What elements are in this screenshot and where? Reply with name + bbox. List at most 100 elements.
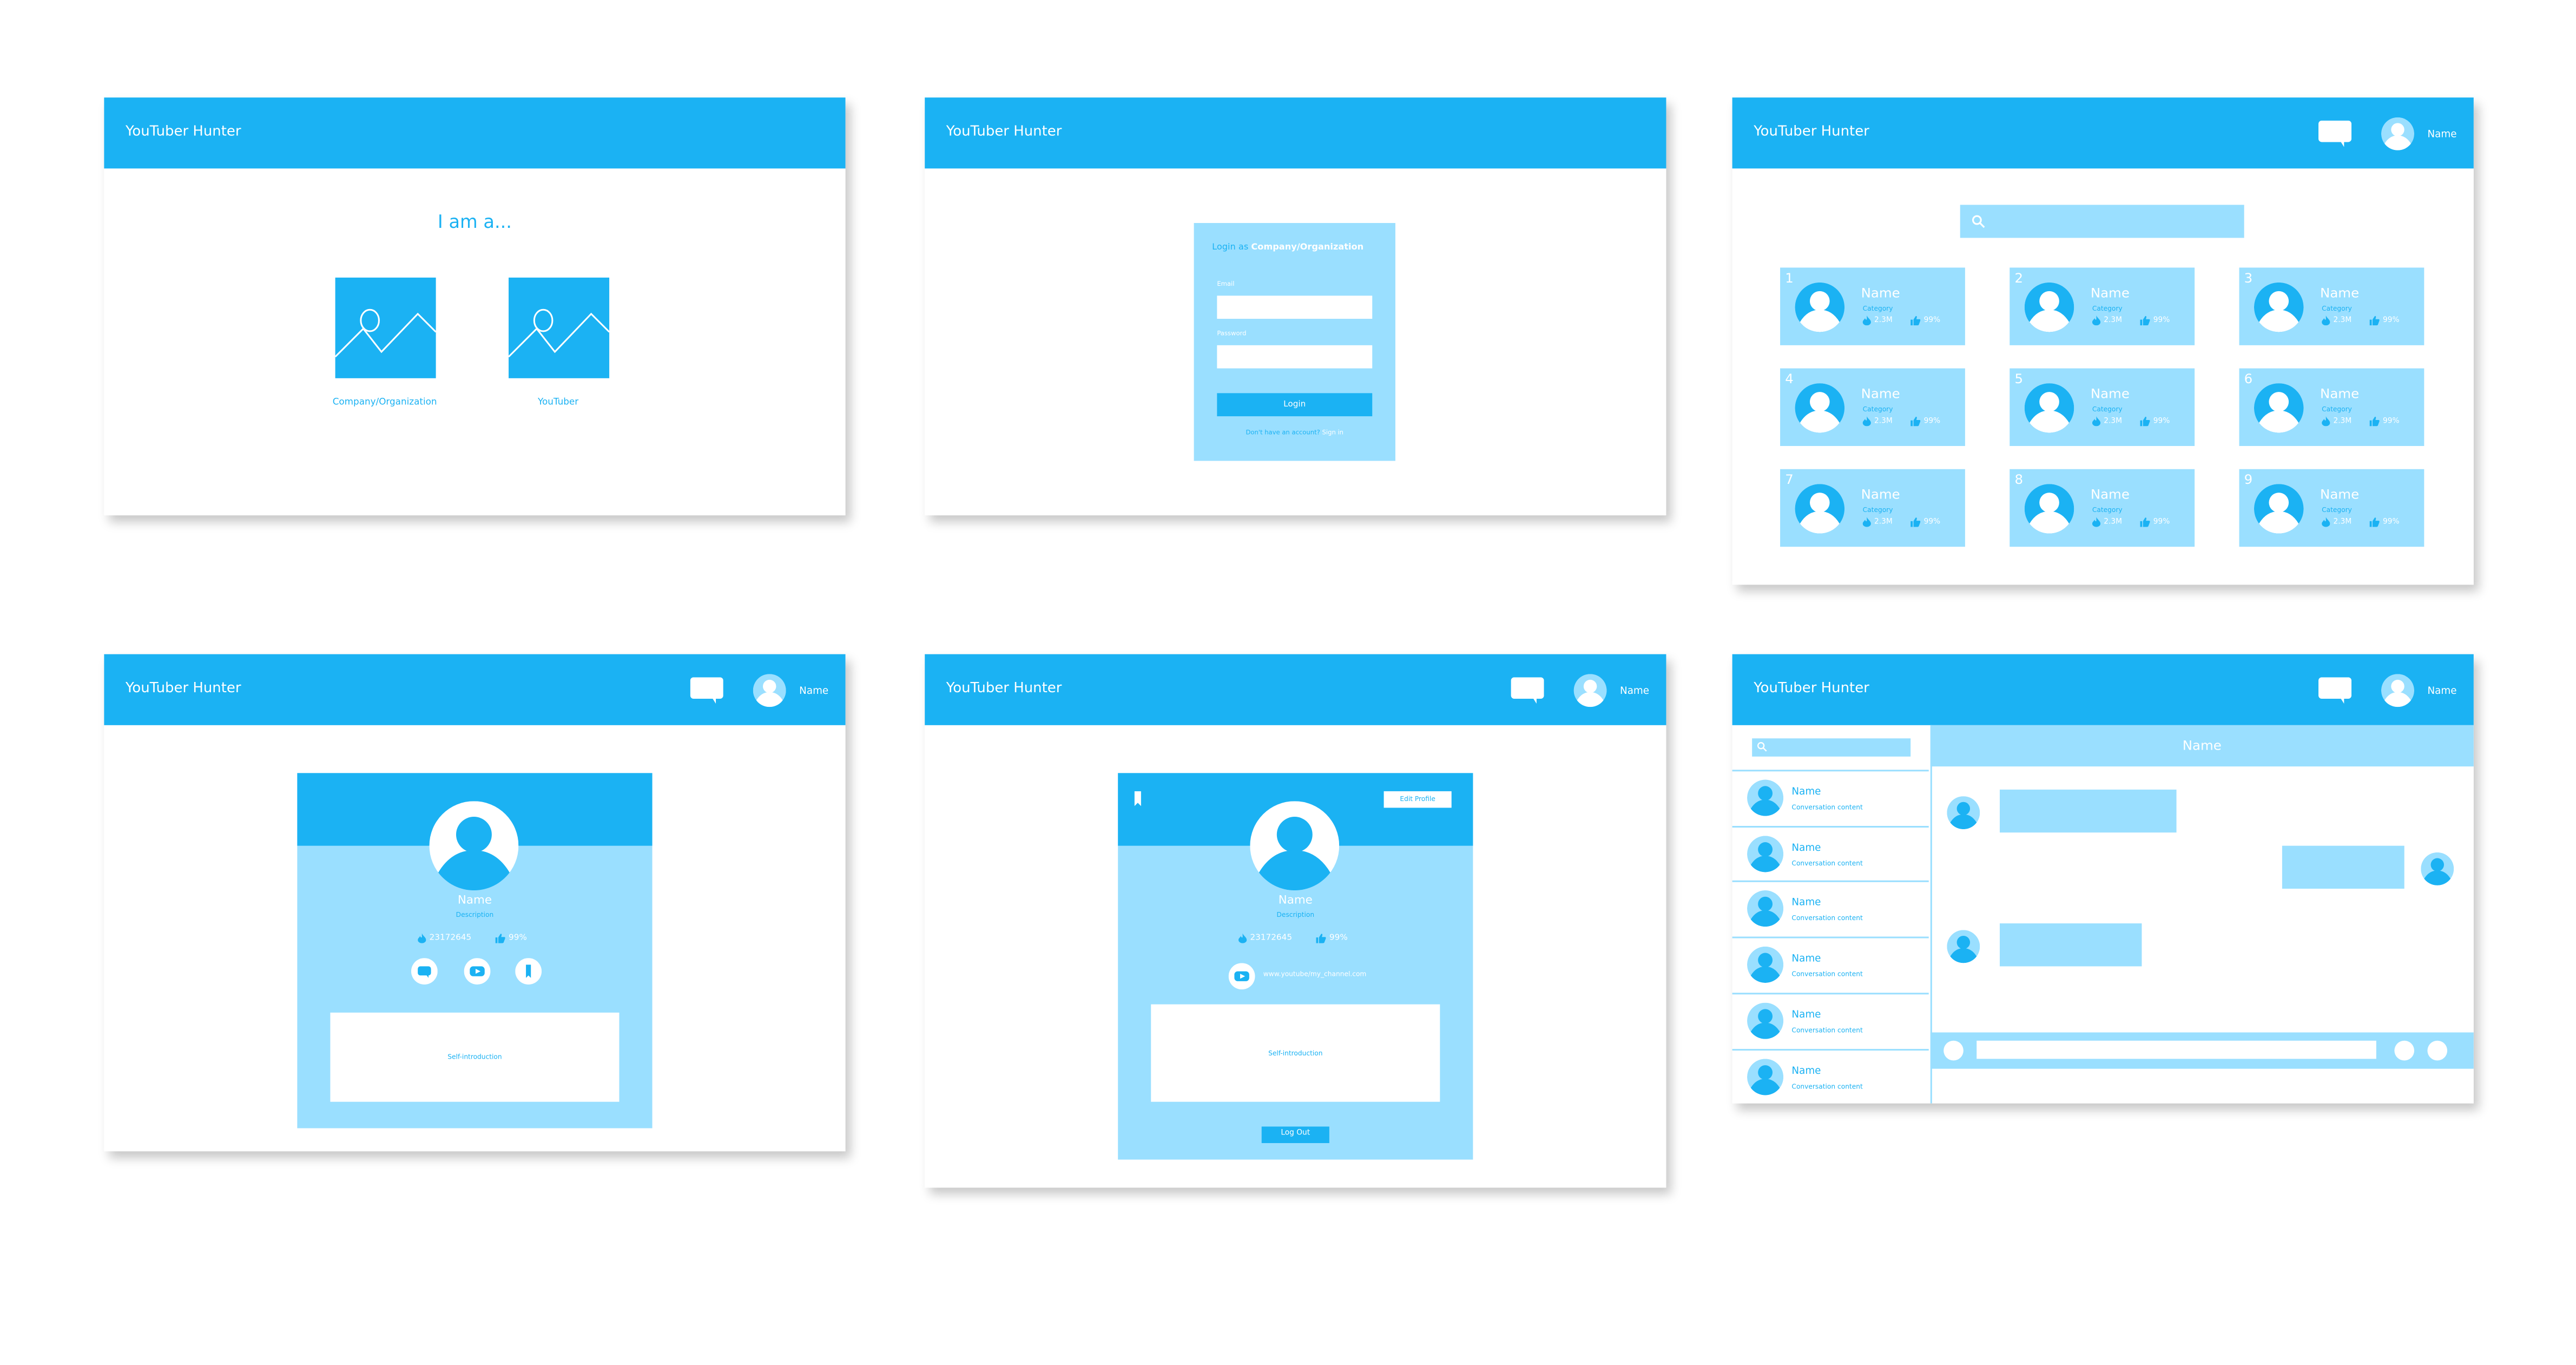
bookmark-button[interactable] [515,958,542,985]
conversation-item[interactable]: Name Conversation content [1732,992,1929,1047]
flame-icon [1862,416,1871,426]
conversation-preview: Conversation content [1791,1025,1863,1034]
send-button[interactable] [2427,1040,2448,1061]
chat-pane: Name [1930,725,2474,1104]
youtuber-category: Category [2092,505,2123,514]
signup-link[interactable]: Sign in [1322,428,1344,436]
user-avatar-icon[interactable] [2381,117,2415,150]
conversation-name: Name [1791,897,1821,909]
chat-screen: YouTuber Hunter Name Name Conversation c… [1732,654,2474,1104]
message-avatar [1947,930,1980,963]
views-stat: 23172645 [418,933,471,943]
youtuber-card[interactable]: 5 Name Category 2.3M 99% [2010,368,2195,447]
youtuber-avatar [2254,282,2304,332]
views-stat: 2.3M [1862,416,1893,426]
bookmark-icon[interactable] [1134,791,1141,806]
role-select-screen: YouTuber Hunter I am a... Company/Organi… [104,97,846,516]
email-field[interactable] [1217,296,1373,319]
youtuber-card[interactable]: 8 Name Category 2.3M 99% [2010,469,2195,547]
views-stat: 23172645 [1238,933,1292,943]
conversation-item[interactable]: Name Conversation content [1732,825,1929,880]
views-stat: 2.3M [2322,416,2351,426]
chat-bubble-icon[interactable] [1511,677,1544,704]
youtuber-category: Category [1862,505,1893,514]
channel-url-link[interactable]: www.youtube/my_channel.com [1263,970,1367,978]
user-avatar-icon[interactable] [2381,674,2415,707]
youtuber-card[interactable]: 9 Name Category 2.3M 99% [2239,469,2425,547]
thumbs-up-icon [1910,416,1921,426]
youtuber-card[interactable]: 4 Name Category 2.3M 99% [1780,368,1965,447]
likes-stat: 99% [2369,316,2400,326]
youtube-channel-button[interactable] [464,958,491,985]
image-placeholder-icon [335,277,436,378]
flame-icon [1238,933,1247,943]
youtuber-card[interactable]: 3 Name Category 2.3M 99% [2239,267,2425,345]
message-button[interactable] [411,958,438,985]
conversation-search-input[interactable] [1752,738,1911,757]
youtuber-category: Category [2092,404,2123,413]
youtuber-name: Name [1861,386,1900,402]
flame-icon [2092,517,2101,527]
profile-description: Description [456,910,494,918]
views-stat: 2.3M [2092,416,2122,426]
youtuber-card[interactable]: 1 Name Category 2.3M 99% [1780,267,1965,345]
chat-bubble-icon[interactable] [2318,120,2352,147]
likes-stat: 99% [1910,416,1940,426]
email-label: Email [1217,279,1235,288]
youtuber-avatar [1795,484,1845,534]
app-header: YouTuber Hunter Name [925,654,1666,725]
thumbs-up-icon [2140,517,2150,527]
youtuber-category: Category [2092,304,2123,312]
logout-button[interactable]: Log Out [1261,1126,1329,1143]
rank-number: 8 [2014,472,2023,488]
youtuber-name: Name [2320,386,2360,402]
conversation-sidebar: Name Conversation content Name Conversat… [1732,725,1932,1104]
app-header: YouTuber Hunter [104,97,846,169]
youtuber-name: Name [2320,487,2360,502]
header-user-name[interactable]: Name [2427,686,2456,697]
views-stat: 2.3M [2322,315,2351,326]
message-input[interactable] [1977,1040,2376,1059]
login-button[interactable]: Login [1217,393,1373,417]
profile-card: Edit Profile Name Description 23172645 9… [1118,773,1473,1160]
message-avatar [1947,796,1980,830]
conversation-name: Name [1791,786,1821,798]
header-user-name[interactable]: Name [2427,129,2456,140]
conversation-name: Name [1791,1009,1821,1021]
flame-icon [418,933,426,943]
app-title: YouTuber Hunter [946,123,1062,141]
self-introduction: Self-introduction [1151,1004,1440,1102]
header-user-name[interactable]: Name [799,686,828,697]
profile-avatar [1250,801,1340,891]
likes-stat: 99% [2140,316,2170,326]
chat-bubble-icon[interactable] [690,677,723,704]
message-bubble-left [1999,789,2177,833]
views-stat: 2.3M [2092,517,2122,527]
youtuber-card[interactable]: 2 Name Category 2.3M 99% [2010,267,2195,345]
edit-profile-button[interactable]: Edit Profile [1383,791,1452,808]
search-input[interactable] [1960,205,2244,238]
user-avatar-icon[interactable] [753,674,786,707]
conversation-item[interactable]: Name Conversation content [1732,936,1929,992]
youtuber-name: Name [1861,285,1900,301]
app-title: YouTuber Hunter [125,680,241,697]
conversation-avatar [1747,1002,1784,1039]
youtuber-card[interactable]: 6 Name Category 2.3M 99% [2239,368,2425,447]
conversation-item[interactable]: Name Conversation content [1732,1048,1929,1102]
attach-button[interactable] [1943,1040,1964,1061]
rank-number: 1 [1785,271,1794,286]
chat-bubble-icon[interactable] [2318,677,2352,704]
conversation-name: Name [1791,953,1821,965]
flame-icon [2322,315,2330,326]
youtuber-card[interactable]: 7 Name Category 2.3M 99% [1780,469,1965,547]
thumbs-up-icon [2369,316,2380,326]
header-user-name[interactable]: Name [1620,686,1649,697]
conversation-item[interactable]: Name Conversation content [1732,770,1929,824]
youtuber-category: Category [2322,505,2352,514]
message-composer [1930,1032,2474,1069]
conversation-item[interactable]: Name Conversation content [1732,881,1929,936]
password-field[interactable] [1217,345,1373,369]
user-avatar-icon[interactable] [1573,674,1607,707]
emoji-button[interactable] [2394,1040,2415,1061]
password-label: Password [1217,329,1247,337]
